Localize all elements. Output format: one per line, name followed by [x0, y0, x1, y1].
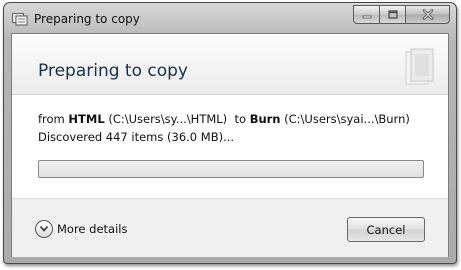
more-details-label: More details	[57, 222, 128, 236]
chevron-down-icon	[35, 220, 53, 238]
from-prefix: from	[38, 112, 69, 126]
status-text: Discovered 447 items (36.0 MB)...	[38, 130, 235, 144]
maximize-icon	[387, 9, 398, 19]
maximize-button[interactable]	[379, 5, 405, 24]
destination-folder-path: (C:\Users\syai...\Burn)	[280, 112, 410, 126]
dialog-footer: More details Cancel	[12, 198, 448, 257]
cancel-button[interactable]: Cancel	[347, 217, 425, 242]
dialog-heading: Preparing to copy	[38, 61, 188, 81]
close-icon	[422, 9, 433, 20]
copy-route-line: from HTML (C:\Users\sy...\HTML) to Burn …	[38, 112, 410, 126]
minimize-button[interactable]	[353, 5, 379, 24]
more-details-toggle[interactable]: More details	[35, 220, 127, 238]
source-folder-name: HTML	[68, 112, 105, 126]
window-controls	[353, 5, 450, 24]
dialog-header: Preparing to copy	[12, 34, 448, 95]
minimize-icon	[362, 15, 371, 18]
source-folder-path: (C:\Users\sy...\HTML)	[104, 112, 228, 126]
to-prefix: to	[227, 112, 250, 126]
copy-progress-bar	[38, 160, 424, 178]
close-button[interactable]	[405, 5, 450, 24]
window-title: Preparing to copy	[34, 12, 140, 26]
dialog-content: Preparing to copy from HTML (C:\Users\sy…	[11, 33, 449, 257]
destination-folder-name: Burn	[249, 112, 281, 126]
document-illustration-icon	[405, 48, 434, 85]
copy-folder-icon	[12, 13, 28, 26]
copy-dialog-window: Preparing to copy Preparing to copy from…	[3, 2, 457, 264]
